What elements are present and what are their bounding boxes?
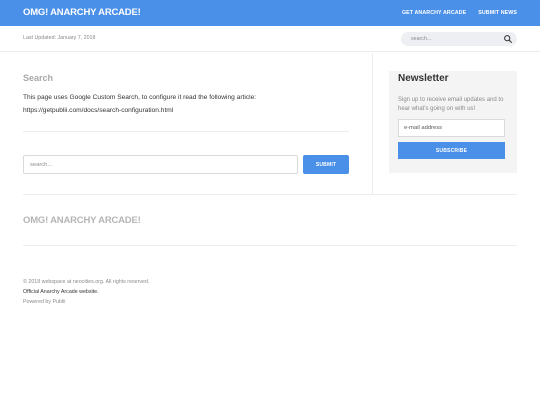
- page-title: Search: [23, 73, 54, 83]
- newsletter-email-field[interactable]: [398, 119, 505, 137]
- newsletter-title: Newsletter: [398, 73, 449, 84]
- site-logo[interactable]: OMG! ANARCHY ARCADE!: [23, 7, 141, 18]
- footer-logo[interactable]: OMG! ANARCHY ARCADE!: [23, 215, 141, 226]
- official-website-link[interactable]: Official Anarchy Arcade website.: [23, 289, 99, 295]
- powered-by-text: Powered by Publii: [23, 299, 65, 305]
- subscribe-button[interactable]: SUBSCRIBE: [398, 142, 505, 159]
- search-icon[interactable]: [503, 34, 513, 44]
- custom-search-input[interactable]: [23, 155, 298, 174]
- top-navbar: OMG! ANARCHY ARCADE! GET ANARCHY ARCADE …: [0, 0, 540, 26]
- nav-submit-news[interactable]: SUBMIT NEWS: [478, 10, 517, 16]
- page-body: This page uses Google Custom Search, to …: [23, 92, 353, 117]
- copyright-text: © 2018 webspace at neocities.org. All ri…: [23, 279, 150, 285]
- footer-divider: [23, 245, 517, 246]
- sidebar-divider: [372, 53, 373, 194]
- newsletter-description: Sign up to receive email updates and to …: [398, 97, 504, 112]
- footer-top-divider: [23, 194, 517, 195]
- newsletter-widget: Newsletter Sign up to receive email upda…: [389, 71, 517, 173]
- official-website-text: Official Anarchy Arcade website.: [23, 289, 99, 295]
- body-paragraph: This page uses Google Custom Search, to …: [23, 94, 257, 101]
- header-search-box: [401, 32, 517, 46]
- search-submit-button[interactable]: SUBMIT: [303, 155, 349, 174]
- config-article-url: https://getpublii.com/docs/search-config…: [23, 106, 174, 114]
- content-divider: [23, 131, 349, 132]
- nav-get-anarchy-arcade[interactable]: GET ANARCHY ARCADE: [402, 10, 466, 16]
- info-bar: Last Updated: January 7, 2018: [0, 26, 540, 52]
- main-nav: GET ANARCHY ARCADE SUBMIT NEWS: [402, 10, 517, 16]
- header-search-input[interactable]: [411, 35, 501, 43]
- powered-by-publii-link[interactable]: Powered by Publii: [23, 299, 65, 305]
- last-updated-text: Last Updated: January 7, 2018: [23, 35, 96, 41]
